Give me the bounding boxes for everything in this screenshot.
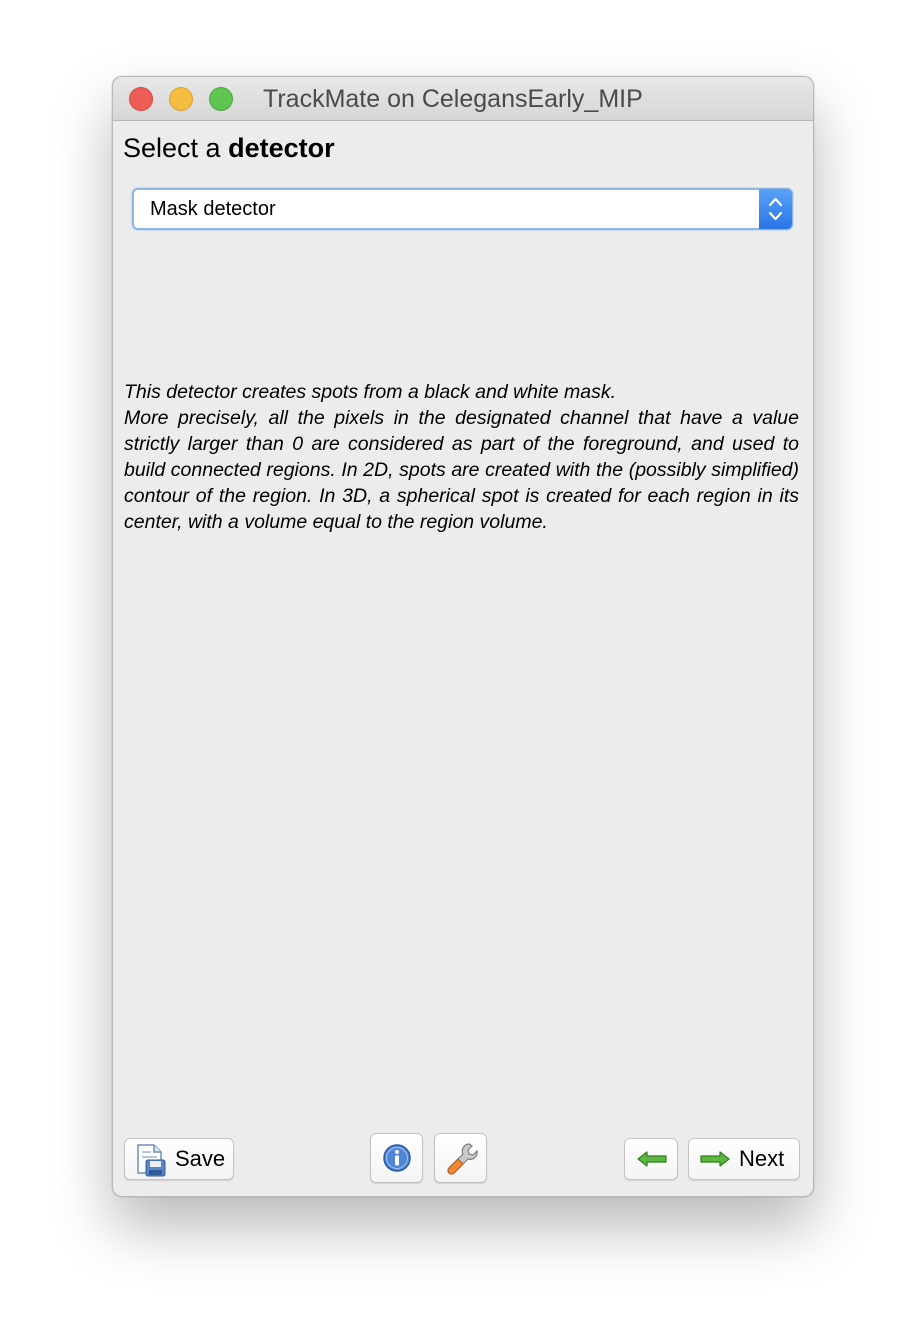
settings-button[interactable] bbox=[434, 1133, 487, 1183]
next-button-label: Next bbox=[739, 1146, 785, 1171]
left-arrow-icon bbox=[636, 1150, 668, 1173]
maximize-window-button[interactable] bbox=[209, 87, 233, 111]
page-heading: Select a detector bbox=[123, 133, 335, 164]
detector-select[interactable]: Mask detector bbox=[132, 188, 793, 230]
info-button[interactable] bbox=[370, 1133, 423, 1183]
window-title: TrackMate on CelegansEarly_MIP bbox=[263, 85, 643, 113]
save-icon bbox=[134, 1143, 168, 1182]
minimize-window-button[interactable] bbox=[169, 87, 193, 111]
save-button[interactable]: Save bbox=[124, 1138, 234, 1180]
trackmate-window: TrackMate on CelegansEarly_MIP Select a … bbox=[112, 76, 814, 1197]
description-line-2: More precisely, all the pixels in the de… bbox=[124, 407, 799, 533]
heading-emphasis: detector bbox=[228, 133, 335, 163]
info-icon bbox=[382, 1143, 412, 1178]
description-line-1: This detector creates spots from a black… bbox=[124, 381, 617, 403]
select-arrows-icon[interactable] bbox=[759, 189, 792, 229]
detector-description: This detector creates spots from a black… bbox=[124, 379, 799, 535]
next-button[interactable]: Next bbox=[688, 1138, 800, 1180]
close-window-button[interactable] bbox=[129, 87, 153, 111]
title-bar[interactable]: TrackMate on CelegansEarly_MIP bbox=[113, 77, 813, 121]
detector-select-value: Mask detector bbox=[150, 198, 276, 220]
previous-button[interactable] bbox=[624, 1138, 678, 1180]
heading-prefix: Select a bbox=[123, 133, 221, 163]
right-arrow-icon bbox=[699, 1150, 731, 1173]
wrench-icon bbox=[445, 1141, 479, 1182]
save-button-label: Save bbox=[175, 1146, 226, 1171]
